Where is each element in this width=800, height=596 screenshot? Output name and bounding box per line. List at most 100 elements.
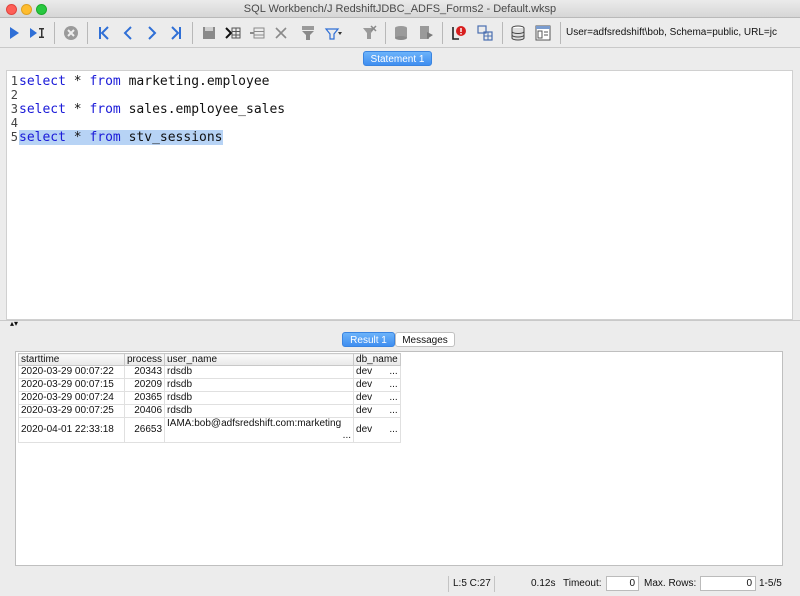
keyword: from bbox=[89, 102, 121, 117]
timeout-input[interactable]: 0 bbox=[606, 576, 639, 591]
sql-editor[interactable]: 1select * from marketing.employee 2 3sel… bbox=[6, 70, 793, 320]
code-text: * bbox=[65, 74, 90, 89]
ellipsis: ... bbox=[389, 366, 398, 377]
next-statement-icon[interactable] bbox=[141, 22, 163, 44]
ellipsis: ... bbox=[389, 392, 398, 403]
save-icon[interactable] bbox=[198, 22, 220, 44]
cell-starttime[interactable]: 2020-03-29 00:07:22 bbox=[18, 365, 125, 379]
max-rows-input[interactable]: 0 bbox=[700, 576, 756, 591]
ellipsis: ... bbox=[389, 424, 398, 435]
result-tab-strip: Result 1 Messages bbox=[0, 330, 800, 350]
workspace-icon[interactable] bbox=[532, 22, 554, 44]
editor-scrollbar[interactable] bbox=[794, 70, 800, 320]
code-text: stv_sessions bbox=[120, 130, 223, 145]
line-number: 2 bbox=[10, 88, 18, 102]
filter-dropdown-icon[interactable] bbox=[322, 22, 344, 44]
cell-process[interactable]: 26653 bbox=[123, 417, 166, 443]
toolbar-separator bbox=[87, 22, 88, 44]
column-header-db-name[interactable]: db_name bbox=[353, 353, 401, 366]
cell-db-name[interactable]: dev... bbox=[353, 404, 401, 418]
editor-line: 4 bbox=[7, 116, 19, 130]
database-icon[interactable] bbox=[507, 22, 529, 44]
cell-value: dev bbox=[356, 405, 373, 416]
status-bar: L:5 C:27 0.12s Timeout: 0 Max. Rows: 0 1… bbox=[0, 572, 800, 596]
ellipsis: ... bbox=[389, 379, 398, 390]
max-rows-label: Max. Rows: bbox=[644, 578, 697, 589]
previous-statement-icon[interactable] bbox=[117, 22, 139, 44]
cell-process[interactable]: 20343 bbox=[123, 365, 166, 379]
tab-messages[interactable]: Messages bbox=[395, 332, 455, 347]
last-statement-icon[interactable] bbox=[165, 22, 187, 44]
code-text: sales.employee_sales bbox=[120, 102, 286, 117]
cell-value: dev bbox=[356, 424, 373, 435]
error-indicator-icon[interactable] bbox=[447, 22, 469, 44]
cell-user-name[interactable]: rdsdb bbox=[164, 365, 355, 379]
keyword: from bbox=[89, 130, 121, 145]
code-text: marketing.employee bbox=[120, 74, 270, 89]
line-number: 3 bbox=[10, 102, 18, 116]
keyword: select bbox=[19, 102, 66, 117]
result-pane[interactable]: starttime process user_name db_name 2020… bbox=[15, 351, 783, 566]
cell-db-name[interactable]: dev... bbox=[353, 378, 401, 392]
cell-process[interactable]: 20209 bbox=[123, 378, 166, 392]
tab-result-1[interactable]: Result 1 bbox=[342, 332, 395, 347]
toolbar-separator bbox=[442, 22, 443, 44]
cell-db-name[interactable]: dev... bbox=[353, 365, 401, 379]
clear-filter-icon[interactable] bbox=[358, 22, 380, 44]
column-header-process[interactable]: process bbox=[123, 353, 166, 366]
cell-user-name[interactable]: rdsdb bbox=[164, 378, 355, 392]
selected-text: select * from stv_sessions bbox=[19, 130, 223, 145]
status-separator bbox=[494, 576, 495, 592]
table-row[interactable]: 2020-03-29 00:07:15 20209 rdsdb dev... bbox=[18, 378, 401, 392]
editor-line: 3select * from sales.employee_sales bbox=[7, 102, 286, 117]
cell-value: IAMA:bob@adfsredshift.com:marketing bbox=[167, 418, 342, 429]
execute-current-icon[interactable] bbox=[3, 22, 25, 44]
cell-db-name[interactable]: dev... bbox=[353, 417, 401, 443]
commit-icon[interactable] bbox=[390, 22, 412, 44]
table-row[interactable]: 2020-03-29 00:07:24 20365 rdsdb dev... bbox=[18, 391, 401, 405]
timeout-label: Timeout: bbox=[563, 578, 602, 589]
table-row[interactable]: 2020-03-29 00:07:25 20406 rdsdb dev... bbox=[18, 404, 401, 418]
connection-info: User=adfsredshift\bob, Schema=public, UR… bbox=[566, 27, 777, 38]
rollback-icon[interactable] bbox=[415, 22, 437, 44]
main-toolbar: User=adfsredshift\bob, Schema=public, UR… bbox=[0, 18, 800, 48]
tab-statement-1[interactable]: Statement 1 bbox=[363, 51, 432, 66]
line-number: 5 bbox=[10, 130, 18, 144]
cell-starttime[interactable]: 2020-04-01 22:33:18 bbox=[18, 417, 125, 443]
cell-process[interactable]: 20406 bbox=[123, 404, 166, 418]
delete-rows-icon[interactable] bbox=[270, 22, 292, 44]
cell-user-name[interactable]: rdsdb bbox=[164, 391, 355, 405]
code-text: * bbox=[65, 102, 90, 117]
title-bar: SQL Workbench/J RedshiftJDBC_ADFS_Forms2… bbox=[0, 0, 800, 18]
pane-splitter[interactable] bbox=[0, 320, 800, 328]
toolbar-separator bbox=[502, 22, 503, 44]
cell-process[interactable]: 20365 bbox=[123, 391, 166, 405]
line-number: 4 bbox=[10, 116, 18, 130]
cell-starttime[interactable]: 2020-03-29 00:07:15 bbox=[18, 378, 125, 392]
copy-rows-icon[interactable] bbox=[246, 22, 268, 44]
cell-starttime[interactable]: 2020-03-29 00:07:25 bbox=[18, 404, 125, 418]
editor-line: 5select * from stv_sessions bbox=[7, 130, 223, 145]
execute-selected-icon[interactable] bbox=[26, 22, 48, 44]
column-header-starttime[interactable]: starttime bbox=[18, 353, 125, 366]
cell-user-name[interactable]: IAMA:bob@adfsredshift.com:marketing... bbox=[164, 417, 355, 443]
result-table[interactable]: starttime process user_name db_name 2020… bbox=[18, 353, 401, 443]
ellipsis: ... bbox=[342, 430, 352, 441]
editor-tab-strip: Statement 1 bbox=[0, 49, 800, 69]
cell-user-name[interactable]: rdsdb bbox=[164, 404, 355, 418]
first-statement-icon[interactable] bbox=[93, 22, 115, 44]
editor-line: 1select * from marketing.employee bbox=[7, 74, 270, 89]
filter-icon[interactable] bbox=[297, 22, 319, 44]
row-count: 1-5/5 bbox=[759, 578, 782, 589]
cell-starttime[interactable]: 2020-03-29 00:07:24 bbox=[18, 391, 125, 405]
run-to-grid-icon[interactable] bbox=[222, 22, 244, 44]
cursor-position: L:5 C:27 bbox=[453, 578, 491, 589]
table-row[interactable]: 2020-03-29 00:07:22 20343 rdsdb dev... bbox=[18, 365, 401, 379]
column-header-user-name[interactable]: user_name bbox=[164, 353, 355, 366]
table-row[interactable]: 2020-04-01 22:33:18 26653 IAMA:bob@adfsr… bbox=[18, 417, 401, 443]
splitter-arrows-icon[interactable]: ▴▾ bbox=[10, 320, 18, 328]
cancel-icon[interactable] bbox=[60, 22, 82, 44]
code-text: * bbox=[65, 130, 90, 145]
cell-db-name[interactable]: dev... bbox=[353, 391, 401, 405]
db-explorer-icon[interactable] bbox=[474, 22, 496, 44]
